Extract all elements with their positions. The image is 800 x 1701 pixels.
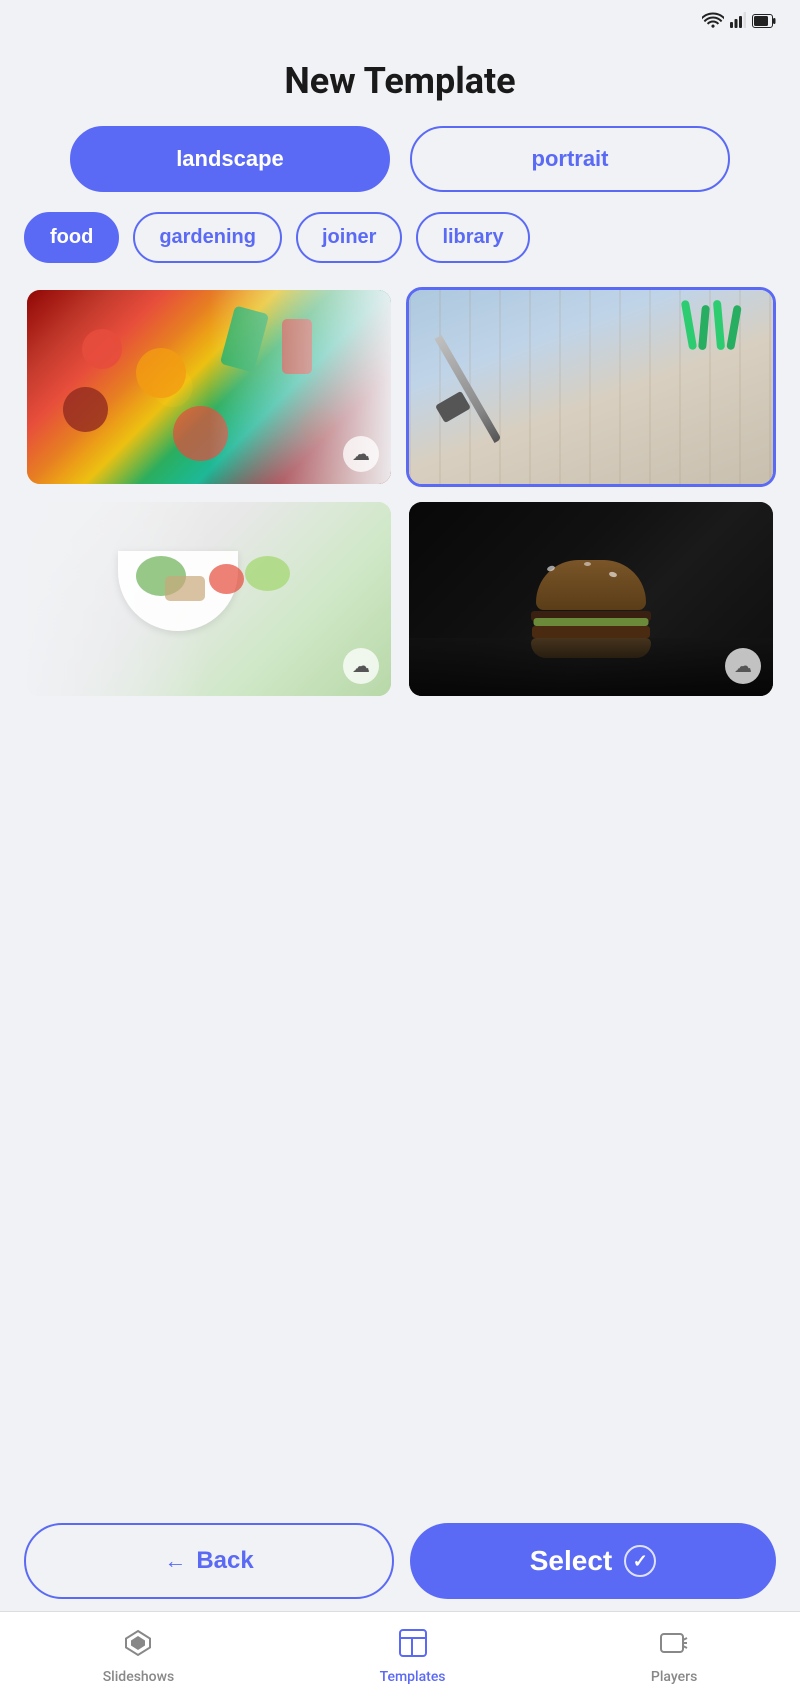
portrait-button[interactable]: portrait (410, 126, 730, 192)
category-food[interactable]: food (24, 212, 119, 263)
category-joiner[interactable]: joiner (296, 212, 402, 263)
template-image-1 (27, 290, 391, 484)
category-gardening[interactable]: gardening (133, 212, 282, 263)
bottom-nav: Slideshows Templates Players (0, 1611, 800, 1701)
template-image-3 (27, 502, 391, 696)
template-image-2 (409, 290, 773, 484)
template-card-4[interactable]: ☁ (406, 499, 776, 699)
cloud-icon-1: ☁ (343, 436, 379, 472)
signal-icon (730, 12, 746, 32)
cloud-icon-4: ☁ (725, 648, 761, 684)
slideshows-icon (123, 1628, 153, 1665)
check-circle-icon: ✓ (624, 1545, 656, 1577)
back-button[interactable]: ← Back (24, 1523, 394, 1599)
status-bar (0, 0, 800, 44)
select-button[interactable]: Select ✓ (410, 1523, 776, 1599)
nav-templates[interactable]: Templates (380, 1628, 446, 1685)
orientation-row: landscape portrait (0, 126, 800, 212)
cloud-icon-3: ☁ (343, 648, 379, 684)
battery-icon (752, 13, 776, 32)
template-card-2[interactable] (406, 287, 776, 487)
bottom-actions: ← Back Select ✓ (0, 1511, 800, 1611)
category-library[interactable]: library (416, 212, 529, 263)
back-arrow-icon: ← (164, 1548, 186, 1574)
players-nav-label: Players (651, 1669, 697, 1685)
slideshows-nav-label: Slideshows (103, 1669, 175, 1685)
template-image-4 (409, 502, 773, 696)
category-row: food gardening joiner library (0, 212, 800, 287)
templates-icon (398, 1628, 428, 1665)
back-label: Back (196, 1547, 253, 1575)
template-card-1[interactable]: ☁ (24, 287, 394, 487)
players-icon (659, 1628, 689, 1665)
wifi-icon (702, 12, 724, 32)
landscape-button[interactable]: landscape (70, 126, 390, 192)
template-card-3[interactable]: ☁ (24, 499, 394, 699)
template-grid: ☁ (0, 287, 800, 699)
nav-players[interactable]: Players (651, 1628, 697, 1685)
templates-nav-label: Templates (380, 1669, 446, 1685)
status-icons (702, 12, 776, 32)
select-label: Select (530, 1545, 613, 1577)
nav-slideshows[interactable]: Slideshows (103, 1628, 175, 1685)
page-title: New Template (0, 44, 800, 126)
